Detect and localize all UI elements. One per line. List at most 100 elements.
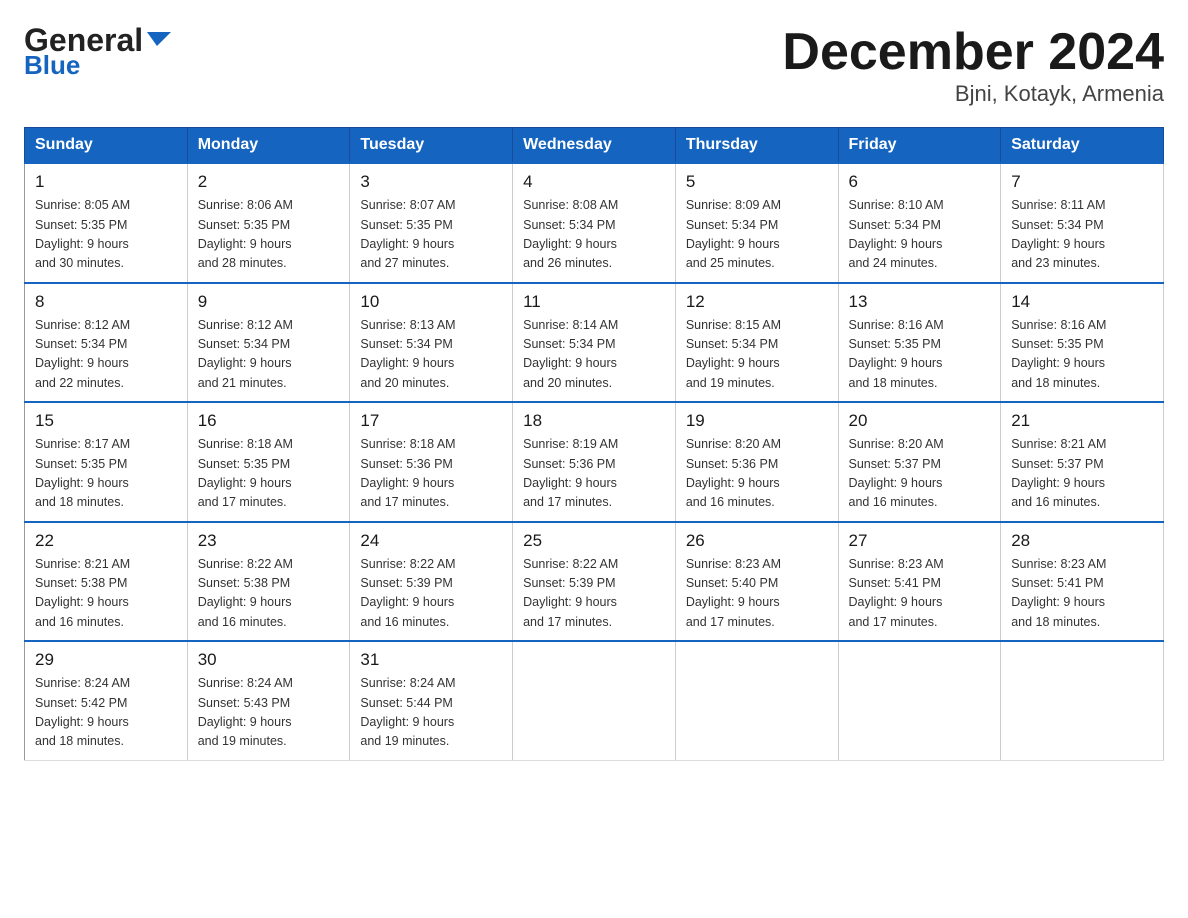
week-row-3: 15Sunrise: 8:17 AMSunset: 5:35 PMDayligh… xyxy=(25,402,1164,522)
location: Bjni, Kotayk, Armenia xyxy=(782,81,1164,107)
day-number: 6 xyxy=(849,172,991,192)
day-info: Sunrise: 8:24 AMSunset: 5:42 PMDaylight:… xyxy=(35,674,177,752)
calendar-cell: 29 Sunrise: 8:24 AMSunset: 5:42 PMDayligh… xyxy=(25,641,188,760)
day-number: 21 xyxy=(1011,411,1153,431)
day-info: Sunrise: 8:18 AMSunset: 5:35 PMDaylight:… xyxy=(198,435,340,513)
weekday-header-tuesday: Tuesday xyxy=(350,128,513,164)
day-number: 25 xyxy=(523,531,665,551)
day-number: 31 xyxy=(360,650,502,670)
day-info: Sunrise: 8:12 AMSunset: 5:34 PMDaylight:… xyxy=(198,316,340,394)
weekday-header-sunday: Sunday xyxy=(25,128,188,164)
day-number: 9 xyxy=(198,292,340,312)
day-info: Sunrise: 8:20 AMSunset: 5:36 PMDaylight:… xyxy=(686,435,828,513)
calendar-cell: 25 Sunrise: 8:22 AMSunset: 5:39 PMDayligh… xyxy=(513,522,676,642)
day-info: Sunrise: 8:21 AMSunset: 5:37 PMDaylight:… xyxy=(1011,435,1153,513)
calendar-cell: 10 Sunrise: 8:13 AMSunset: 5:34 PMDayligh… xyxy=(350,283,513,403)
day-info: Sunrise: 8:13 AMSunset: 5:34 PMDaylight:… xyxy=(360,316,502,394)
calendar-cell xyxy=(675,641,838,760)
day-info: Sunrise: 8:05 AMSunset: 5:35 PMDaylight:… xyxy=(35,196,177,274)
weekday-header-saturday: Saturday xyxy=(1001,128,1164,164)
day-number: 29 xyxy=(35,650,177,670)
calendar-cell: 13 Sunrise: 8:16 AMSunset: 5:35 PMDayligh… xyxy=(838,283,1001,403)
calendar-cell: 21 Sunrise: 8:21 AMSunset: 5:37 PMDayligh… xyxy=(1001,402,1164,522)
calendar-cell: 14 Sunrise: 8:16 AMSunset: 5:35 PMDayligh… xyxy=(1001,283,1164,403)
day-number: 8 xyxy=(35,292,177,312)
calendar-cell: 16Sunrise: 8:18 AMSunset: 5:35 PMDayligh… xyxy=(187,402,350,522)
day-number: 23 xyxy=(198,531,340,551)
day-number: 12 xyxy=(686,292,828,312)
day-info: Sunrise: 8:24 AMSunset: 5:44 PMDaylight:… xyxy=(360,674,502,752)
weekday-header-monday: Monday xyxy=(187,128,350,164)
day-info: Sunrise: 8:23 AMSunset: 5:40 PMDaylight:… xyxy=(686,555,828,633)
calendar-cell: 24Sunrise: 8:22 AMSunset: 5:39 PMDayligh… xyxy=(350,522,513,642)
calendar-cell xyxy=(838,641,1001,760)
day-info: Sunrise: 8:24 AMSunset: 5:43 PMDaylight:… xyxy=(198,674,340,752)
day-info: Sunrise: 8:14 AMSunset: 5:34 PMDaylight:… xyxy=(523,316,665,394)
calendar-cell: 3Sunrise: 8:07 AMSunset: 5:35 PMDaylight… xyxy=(350,163,513,283)
day-info: Sunrise: 8:16 AMSunset: 5:35 PMDaylight:… xyxy=(849,316,991,394)
calendar-table: SundayMondayTuesdayWednesdayThursdayFrid… xyxy=(24,127,1164,761)
day-number: 1 xyxy=(35,172,177,192)
day-info: Sunrise: 8:23 AMSunset: 5:41 PMDaylight:… xyxy=(849,555,991,633)
weekday-header-wednesday: Wednesday xyxy=(513,128,676,164)
calendar-cell: 5 Sunrise: 8:09 AMSunset: 5:34 PMDaylight… xyxy=(675,163,838,283)
week-row-5: 29 Sunrise: 8:24 AMSunset: 5:42 PMDayligh… xyxy=(25,641,1164,760)
day-number: 4 xyxy=(523,172,665,192)
calendar-cell: 1 Sunrise: 8:05 AMSunset: 5:35 PMDaylight… xyxy=(25,163,188,283)
week-row-4: 22 Sunrise: 8:21 AMSunset: 5:38 PMDayligh… xyxy=(25,522,1164,642)
day-info: Sunrise: 8:08 AMSunset: 5:34 PMDaylight:… xyxy=(523,196,665,274)
day-info: Sunrise: 8:21 AMSunset: 5:38 PMDaylight:… xyxy=(35,555,177,633)
day-number: 18 xyxy=(523,411,665,431)
calendar-cell: 22 Sunrise: 8:21 AMSunset: 5:38 PMDayligh… xyxy=(25,522,188,642)
calendar-cell xyxy=(513,641,676,760)
day-info: Sunrise: 8:18 AMSunset: 5:36 PMDaylight:… xyxy=(360,435,502,513)
weekday-header-friday: Friday xyxy=(838,128,1001,164)
calendar-cell: 31 Sunrise: 8:24 AMSunset: 5:44 PMDayligh… xyxy=(350,641,513,760)
day-info: Sunrise: 8:20 AMSunset: 5:37 PMDaylight:… xyxy=(849,435,991,513)
day-info: Sunrise: 8:15 AMSunset: 5:34 PMDaylight:… xyxy=(686,316,828,394)
day-info: Sunrise: 8:23 AMSunset: 5:41 PMDaylight:… xyxy=(1011,555,1153,633)
calendar-cell: 18 Sunrise: 8:19 AMSunset: 5:36 PMDayligh… xyxy=(513,402,676,522)
calendar-cell xyxy=(1001,641,1164,760)
day-info: Sunrise: 8:22 AMSunset: 5:39 PMDaylight:… xyxy=(523,555,665,633)
day-number: 10 xyxy=(360,292,502,312)
day-number: 3 xyxy=(360,172,502,192)
day-number: 26 xyxy=(686,531,828,551)
calendar-cell: 19 Sunrise: 8:20 AMSunset: 5:36 PMDayligh… xyxy=(675,402,838,522)
day-number: 11 xyxy=(523,292,665,312)
day-info: Sunrise: 8:16 AMSunset: 5:35 PMDaylight:… xyxy=(1011,316,1153,394)
calendar-cell: 17 Sunrise: 8:18 AMSunset: 5:36 PMDayligh… xyxy=(350,402,513,522)
day-number: 2 xyxy=(198,172,340,192)
logo: General Blue xyxy=(24,24,171,78)
calendar-cell: 23 Sunrise: 8:22 AMSunset: 5:38 PMDayligh… xyxy=(187,522,350,642)
calendar-cell: 11 Sunrise: 8:14 AMSunset: 5:34 PMDayligh… xyxy=(513,283,676,403)
day-info: Sunrise: 8:11 AMSunset: 5:34 PMDaylight:… xyxy=(1011,196,1153,274)
day-info: Sunrise: 8:12 AMSunset: 5:34 PMDaylight:… xyxy=(35,316,177,394)
day-number: 24 xyxy=(360,531,502,551)
week-row-1: 1 Sunrise: 8:05 AMSunset: 5:35 PMDaylight… xyxy=(25,163,1164,283)
calendar-cell: 7 Sunrise: 8:11 AMSunset: 5:34 PMDaylight… xyxy=(1001,163,1164,283)
day-number: 30 xyxy=(198,650,340,670)
day-number: 27 xyxy=(849,531,991,551)
day-info: Sunrise: 8:22 AMSunset: 5:38 PMDaylight:… xyxy=(198,555,340,633)
day-number: 5 xyxy=(686,172,828,192)
day-number: 22 xyxy=(35,531,177,551)
day-number: 19 xyxy=(686,411,828,431)
day-number: 7 xyxy=(1011,172,1153,192)
day-number: 17 xyxy=(360,411,502,431)
calendar-cell: 30 Sunrise: 8:24 AMSunset: 5:43 PMDayligh… xyxy=(187,641,350,760)
day-number: 13 xyxy=(849,292,991,312)
calendar-cell: 9 Sunrise: 8:12 AMSunset: 5:34 PMDaylight… xyxy=(187,283,350,403)
day-number: 20 xyxy=(849,411,991,431)
calendar-cell: 8 Sunrise: 8:12 AMSunset: 5:34 PMDaylight… xyxy=(25,283,188,403)
day-number: 14 xyxy=(1011,292,1153,312)
day-number: 28 xyxy=(1011,531,1153,551)
calendar-cell: 6 Sunrise: 8:10 AMSunset: 5:34 PMDaylight… xyxy=(838,163,1001,283)
day-info: Sunrise: 8:09 AMSunset: 5:34 PMDaylight:… xyxy=(686,196,828,274)
calendar-cell: 4 Sunrise: 8:08 AMSunset: 5:34 PMDaylight… xyxy=(513,163,676,283)
weekday-header-row: SundayMondayTuesdayWednesdayThursdayFrid… xyxy=(25,128,1164,164)
day-info: Sunrise: 8:10 AMSunset: 5:34 PMDaylight:… xyxy=(849,196,991,274)
calendar-cell: 15Sunrise: 8:17 AMSunset: 5:35 PMDayligh… xyxy=(25,402,188,522)
calendar-cell: 12 Sunrise: 8:15 AMSunset: 5:34 PMDayligh… xyxy=(675,283,838,403)
day-info: Sunrise: 8:19 AMSunset: 5:36 PMDaylight:… xyxy=(523,435,665,513)
